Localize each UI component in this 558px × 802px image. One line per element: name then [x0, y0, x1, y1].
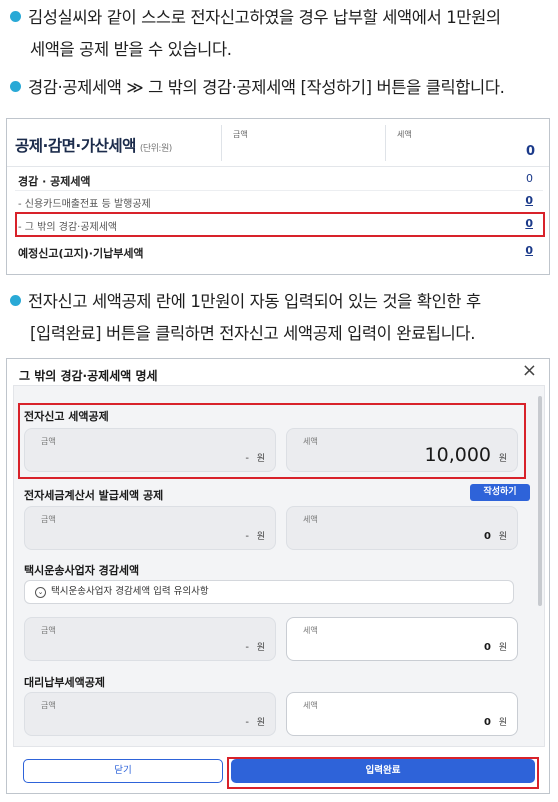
- close-icon[interactable]: ×: [522, 361, 537, 381]
- instruction-text: 세액을 공제 받을 수 있습니다.: [30, 40, 232, 59]
- taxi-amount-field: 금액 - 원: [24, 617, 276, 661]
- row-label: 경감 · 공제세액: [18, 175, 91, 188]
- field-caption: 금액: [41, 515, 56, 524]
- field-value: 0: [484, 531, 491, 542]
- highlight-box: [18, 403, 526, 479]
- instruction-step-1: 김성실씨와 같이 스스로 전자신고하였을 경우 납부할 세액에서 1만원의 세액…: [10, 2, 550, 66]
- field-value: -: [245, 531, 249, 542]
- bullet-dot-icon: [10, 11, 21, 22]
- divider: [221, 125, 222, 161]
- instruction-text: 경감·공제세액 ≫ 그 밖의 경감·공제세액 [작성하기] 버튼을 클릭합니다.: [28, 78, 505, 97]
- field-caption: 금액: [41, 626, 56, 635]
- instruction-step-2: 경감·공제세액 ≫ 그 밖의 경감·공제세액 [작성하기] 버튼을 클릭합니다.: [10, 72, 550, 104]
- row-label: - 신용카드매출전표 등 발행공제: [18, 199, 151, 210]
- field-value: 0: [484, 642, 491, 653]
- total-value: 0: [525, 144, 535, 159]
- column-header-amount: 금액: [233, 130, 248, 139]
- unit-label: (단위:원): [139, 144, 172, 154]
- instruction-step-3: 전자신고 세액공제 란에 1만원이 자동 입력되어 있는 것을 확인한 후 [입…: [10, 286, 550, 350]
- field-unit: 원: [498, 718, 507, 728]
- close-button[interactable]: 닫기: [23, 759, 223, 783]
- column-header-tax: 세액: [397, 130, 412, 139]
- row-prepaid-tax: 예정신고(고지)·기납부세액 0: [15, 241, 543, 263]
- field-unit: 원: [256, 532, 265, 542]
- field-caption: 세액: [303, 626, 318, 635]
- field-caption: 세액: [303, 701, 318, 710]
- taxi-tax-input[interactable]: 세액 0 원: [286, 617, 518, 661]
- panel-title: 공제·감면·가산세액 (단위:원): [15, 137, 172, 155]
- row-label: 예정신고(고지)·기납부세액: [18, 247, 144, 260]
- section-label-e-invoice: 전자세금계산서 발급세액 공제: [24, 489, 164, 502]
- field-caption: 세액: [303, 515, 318, 524]
- highlight-box: [15, 212, 545, 237]
- panel-header: 공제·감면·가산세액 (단위:원) 금액 세액 0: [7, 119, 549, 167]
- field-value: -: [245, 717, 249, 728]
- modal-body: 전자신고 세액공제 금액 - 원 세액 10,000 원 전자세금계산서 발급세…: [13, 385, 545, 747]
- instruction-text: 전자신고 세액공제 란에 1만원이 자동 입력되어 있는 것을 확인한 후: [28, 292, 481, 311]
- notice-text: 택시운송사업자 경감세액 입력 유의사항: [51, 586, 209, 597]
- field-unit: 원: [256, 643, 265, 653]
- field-unit: 원: [498, 643, 507, 653]
- bullet-dot-icon: [10, 295, 21, 306]
- proxy-tax-input[interactable]: 세액 0 원: [286, 692, 518, 736]
- field-value: -: [245, 642, 249, 653]
- e-invoice-tax-field: 세액 0 원: [286, 506, 518, 550]
- row-value: 0: [526, 172, 533, 185]
- bullet-dot-icon: [10, 81, 21, 92]
- section-label-taxi: 택시운송사업자 경감세액: [24, 564, 140, 577]
- highlight-box: [227, 757, 539, 789]
- row-value-link[interactable]: 0: [525, 194, 533, 207]
- write-button[interactable]: 작성하기: [470, 484, 530, 501]
- instruction-text: 김성실씨와 같이 스스로 전자신고하였을 경우 납부할 세액에서 1만원의: [28, 8, 501, 27]
- field-value: 0: [484, 717, 491, 728]
- deduction-summary-panel: 공제·감면·가산세액 (단위:원) 금액 세액 0 경감 · 공제세액 0 - 신…: [6, 118, 550, 275]
- divider: [385, 125, 386, 161]
- row-value-link[interactable]: 0: [525, 244, 533, 257]
- row-credit-card-deduction: - 신용카드매출전표 등 발행공제 0: [15, 191, 543, 213]
- scrollbar[interactable]: [538, 396, 542, 606]
- e-invoice-amount-field: 금액 - 원: [24, 506, 276, 550]
- chevron-down-icon: ⌄: [35, 587, 46, 598]
- field-unit: 원: [256, 718, 265, 728]
- modal-title: 그 밖의 경감·공제세액 명세: [19, 369, 158, 383]
- other-deduction-modal: 그 밖의 경감·공제세액 명세 × 전자신고 세액공제 금액 - 원 세액 10…: [6, 358, 550, 794]
- row-reduction-deduction: 경감 · 공제세액 0: [15, 169, 543, 191]
- section-label-proxy: 대리납부세액공제: [24, 676, 105, 689]
- instruction-text: [입력완료] 버튼을 클릭하면 전자신고 세액공제 입력이 완료됩니다.: [30, 324, 476, 343]
- field-caption: 금액: [41, 701, 56, 710]
- field-unit: 원: [498, 532, 507, 542]
- taxi-notice-toggle[interactable]: ⌄ 택시운송사업자 경감세액 입력 유의사항: [24, 580, 514, 604]
- proxy-amount-field: 금액 - 원: [24, 692, 276, 736]
